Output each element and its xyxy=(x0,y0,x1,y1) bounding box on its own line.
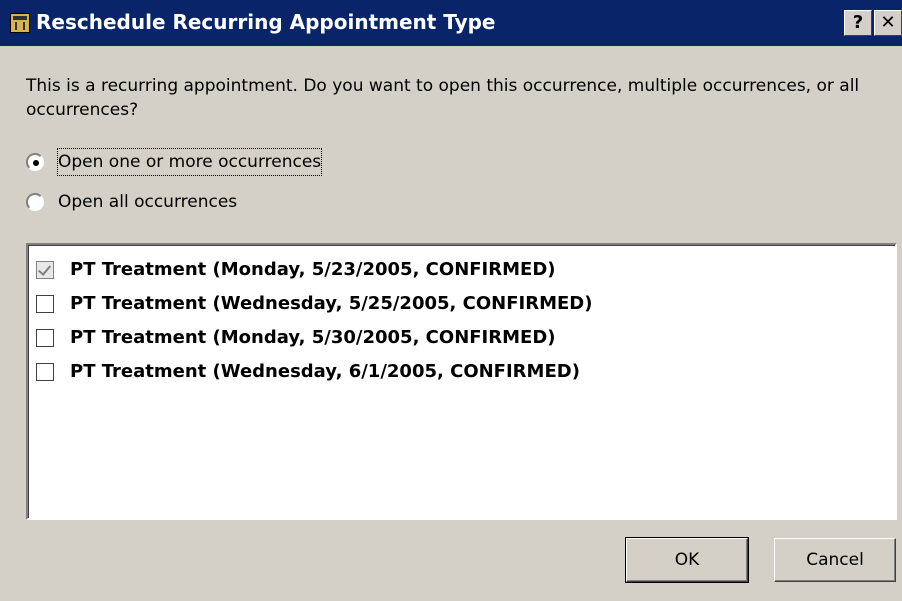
cancel-button[interactable]: Cancel xyxy=(774,538,896,582)
checkbox-checked[interactable] xyxy=(36,261,54,279)
occurrence-label: PT Treatment (Monday, 5/30/2005, CONFIRM… xyxy=(70,327,556,348)
radio-button[interactable] xyxy=(26,193,44,211)
checkbox[interactable] xyxy=(36,295,54,313)
occurrence-label: PT Treatment (Wednesday, 5/25/2005, CONF… xyxy=(70,293,593,314)
title-bar[interactable]: Reschedule Recurring Appointment Type ? … xyxy=(0,0,902,46)
occurrence-list[interactable]: PT Treatment (Monday, 5/23/2005, CONFIRM… xyxy=(26,243,897,520)
checkbox[interactable] xyxy=(36,329,54,347)
radio-label-one-or-more[interactable]: Open one or more occurrences xyxy=(56,148,323,176)
window-title: Reschedule Recurring Appointment Type xyxy=(36,10,496,34)
checkbox[interactable] xyxy=(36,363,54,381)
occurrence-label: PT Treatment (Monday, 5/23/2005, CONFIRM… xyxy=(70,259,556,280)
close-button[interactable]: ✕ xyxy=(874,10,902,36)
radio-label-all[interactable]: Open all occurrences xyxy=(58,189,237,215)
calendar-icon xyxy=(10,13,30,33)
occurrence-label: PT Treatment (Wednesday, 6/1/2005, CONFI… xyxy=(70,361,580,382)
ok-button[interactable]: OK xyxy=(625,537,749,583)
radio-button-checked[interactable] xyxy=(26,153,44,171)
help-button[interactable]: ? xyxy=(844,10,872,36)
prompt-text: This is a recurring appointment. Do you … xyxy=(26,76,860,120)
